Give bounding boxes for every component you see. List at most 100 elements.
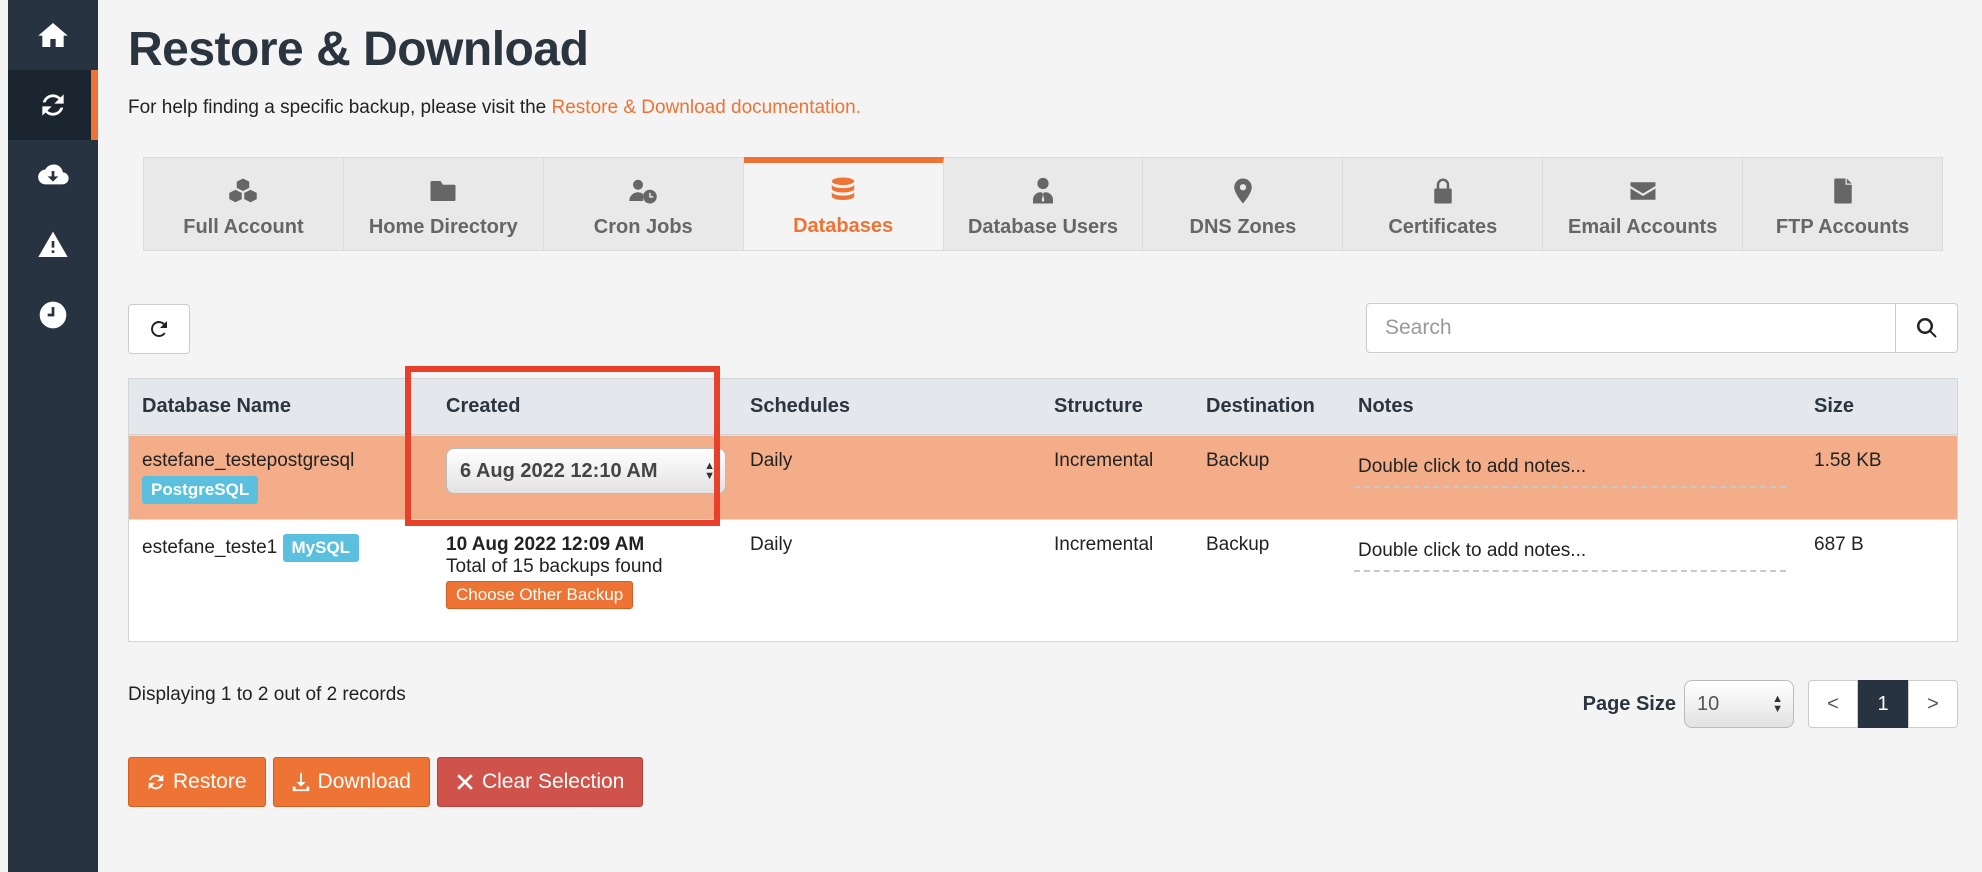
tab-label: Email Accounts — [1568, 215, 1718, 238]
created-cell: 6 Aug 2022 12:10 AM ▲ ▼ — [433, 436, 737, 519]
tab-label: Full Account — [183, 215, 304, 238]
search-bar — [1366, 303, 1958, 353]
user-clock-icon — [629, 179, 657, 203]
record-count-text: Displaying 1 to 2 out of 2 records — [128, 684, 406, 705]
file-icon — [1833, 178, 1852, 203]
column-header-notes[interactable]: Notes — [1345, 395, 1801, 418]
page-size-select[interactable]: 10 ▲ ▼ — [1684, 680, 1794, 728]
created-cell: 10 Aug 2022 12:09 AM Total of 15 backups… — [433, 520, 737, 641]
help-text-prefix: For help finding a specific backup, plea… — [128, 97, 552, 118]
notes-editor[interactable]: Double click to add notes... — [1354, 450, 1786, 488]
tab-label: FTP Accounts — [1775, 215, 1910, 238]
backups-found-text: Total of 15 backups found — [446, 556, 663, 577]
sidebar — [8, 0, 98, 872]
pagination: Page Size 10 ▲ ▼ < 1 > — [1583, 680, 1958, 728]
destination-cell: Backup — [1206, 450, 1270, 471]
search-input[interactable] — [1366, 303, 1896, 353]
table-row[interactable]: estefane_testepostgresql PostgreSQL 6 Au… — [129, 435, 1957, 519]
user-tie-icon — [1033, 177, 1053, 203]
table-row[interactable]: estefane_teste1 MySQL 10 Aug 2022 12:09 … — [129, 519, 1957, 641]
next-page-button[interactable]: > — [1908, 680, 1958, 728]
clock-icon — [39, 301, 67, 329]
size-cell: 1.58 KB — [1814, 450, 1882, 471]
tab-certificates[interactable]: Certificates — [1343, 158, 1544, 250]
envelope-icon — [1630, 181, 1656, 200]
backup-date: 10 Aug 2022 12:09 AM — [446, 534, 645, 555]
notes-cell: Double click to add notes... — [1345, 436, 1801, 519]
structure-cell: Incremental — [1054, 450, 1154, 471]
column-header-created[interactable]: Created — [433, 395, 737, 418]
database-name-cell: estefane_teste1 MySQL — [129, 520, 433, 641]
column-header-structure[interactable]: Structure — [1041, 395, 1193, 418]
sidebar-item-restore[interactable] — [8, 70, 98, 140]
column-header-size[interactable]: Size — [1801, 395, 1957, 418]
column-header-database-name[interactable]: Database Name — [129, 395, 433, 418]
select-arrows-icon: ▲ ▼ — [1772, 693, 1783, 715]
backup-date-value: 6 Aug 2022 12:10 AM — [460, 459, 658, 482]
restore-label: Restore — [173, 770, 247, 793]
database-name: estefane_testepostgresql — [142, 450, 355, 471]
page-buttons: < 1 > — [1808, 680, 1958, 728]
destination-cell: Backup — [1206, 534, 1270, 555]
backup-date-select[interactable]: 6 Aug 2022 12:10 AM ▲ ▼ — [446, 448, 726, 494]
database-table: Database Name Created Schedules Structur… — [128, 378, 1958, 642]
clear-selection-label: Clear Selection — [481, 770, 625, 793]
size-cell: 687 B — [1814, 534, 1864, 555]
tab-label: Certificates — [1388, 215, 1498, 238]
cubes-icon — [229, 178, 258, 202]
main-content: Restore & Download For help finding a sp… — [128, 0, 1958, 807]
column-header-schedules[interactable]: Schedules — [737, 395, 1041, 418]
action-buttons: Restore Download Clear Selection — [128, 757, 644, 807]
documentation-link[interactable]: Restore & Download documentation. — [552, 97, 861, 118]
lock-icon — [1434, 178, 1452, 203]
refresh-icon — [151, 321, 167, 337]
select-arrows-icon: ▲ ▼ — [704, 460, 715, 482]
search-button[interactable] — [1896, 303, 1958, 353]
tab-label: Home Directory — [368, 215, 518, 238]
page-button-current[interactable]: 1 — [1858, 680, 1908, 728]
tab-home-directory[interactable]: Home Directory — [344, 158, 544, 250]
tab-cron-jobs[interactable]: Cron Jobs — [544, 158, 744, 250]
tab-label: Cron Jobs — [593, 215, 693, 238]
warning-icon — [38, 231, 68, 257]
column-header-destination[interactable]: Destination — [1193, 395, 1345, 418]
tab-ftp-accounts[interactable]: FTP Accounts — [1743, 158, 1942, 250]
tab-label: Databases — [793, 215, 894, 237]
previous-page-button[interactable]: < — [1808, 680, 1858, 728]
map-marker-icon — [1234, 178, 1252, 203]
tab-bar: Full Account Home Directory Cron Jobs Da… — [143, 157, 1943, 251]
search-icon — [1916, 317, 1937, 338]
download-icon — [292, 772, 309, 792]
sidebar-item-home[interactable] — [8, 0, 98, 70]
sidebar-item-clock[interactable] — [8, 280, 98, 350]
page-title: Restore & Download — [128, 23, 589, 76]
close-icon — [457, 774, 473, 790]
restore-button[interactable]: Restore — [128, 757, 266, 807]
refresh-icon — [148, 774, 164, 790]
tab-databases[interactable]: Databases — [743, 157, 944, 250]
tab-dns-zones[interactable]: DNS Zones — [1143, 158, 1344, 250]
tab-email-accounts[interactable]: Email Accounts — [1543, 158, 1744, 250]
page-size-label: Page Size — [1582, 692, 1676, 715]
refresh-icon — [42, 94, 64, 116]
sidebar-item-warning[interactable] — [8, 210, 98, 280]
database-type-badge: PostgreSQL — [142, 476, 259, 504]
choose-other-backup-button[interactable]: Choose Other Backup — [446, 581, 634, 609]
database-icon — [831, 177, 855, 200]
database-name: estefane_teste1 — [142, 537, 278, 558]
help-text: For help finding a specific backup, plea… — [128, 97, 1958, 119]
notes-editor[interactable]: Double click to add notes... — [1354, 534, 1786, 572]
tab-database-users[interactable]: Database Users — [944, 158, 1144, 250]
folder-icon — [430, 180, 456, 201]
database-name-cell: estefane_testepostgresql PostgreSQL — [129, 436, 433, 519]
page-size-value: 10 — [1697, 692, 1720, 715]
table-header: Database Name Created Schedules Structur… — [129, 379, 1957, 435]
download-button[interactable]: Download — [272, 757, 430, 807]
notes-cell: Double click to add notes... — [1345, 520, 1801, 641]
cloud-download-icon — [38, 164, 69, 185]
structure-cell: Incremental — [1054, 534, 1154, 555]
sidebar-item-cloud-download[interactable] — [8, 140, 98, 210]
clear-selection-button[interactable]: Clear Selection — [436, 757, 644, 807]
refresh-button[interactable] — [128, 304, 190, 354]
tab-full-account[interactable]: Full Account — [144, 158, 344, 250]
